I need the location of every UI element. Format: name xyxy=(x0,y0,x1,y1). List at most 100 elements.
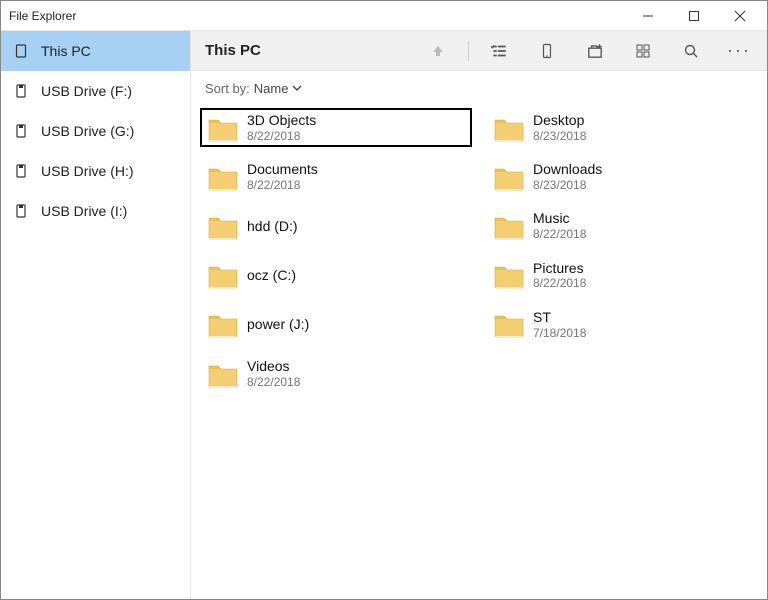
device-icon xyxy=(13,43,29,59)
folder-name: power (J:) xyxy=(247,316,309,333)
folder-name: ST xyxy=(533,309,586,326)
sidebar-item-label: USB Drive (G:) xyxy=(41,123,134,139)
folder-item[interactable]: Desktop8/23/2018 xyxy=(487,109,757,146)
folder-icon xyxy=(493,310,525,338)
folder-item[interactable]: Videos8/22/2018 xyxy=(201,355,471,392)
folder-date: 7/18/2018 xyxy=(533,326,586,340)
folder-date: 8/22/2018 xyxy=(533,227,586,241)
usb-drive-icon xyxy=(13,203,29,219)
folder-text: Desktop8/23/2018 xyxy=(533,112,586,143)
sidebar-item[interactable]: USB Drive (G:) xyxy=(1,111,190,151)
folder-icon xyxy=(207,360,239,388)
folder-name: Videos xyxy=(247,358,300,375)
folder-item[interactable]: power (J:) xyxy=(201,306,471,343)
sidebar-item[interactable]: USB Drive (I:) xyxy=(1,191,190,231)
folder-item[interactable]: Documents8/22/2018 xyxy=(201,158,471,195)
usb-drive-icon xyxy=(13,163,29,179)
sort-row: Sort by: Name xyxy=(191,71,767,105)
folder-date: 8/22/2018 xyxy=(247,375,300,389)
folder-name: Desktop xyxy=(533,112,586,129)
maximize-icon xyxy=(689,11,699,21)
toolbar-separator xyxy=(468,41,469,61)
folder-icon xyxy=(207,163,239,191)
main-panel: This PC ··· Sort by: Name 3D O xyxy=(191,31,767,599)
folder-item[interactable]: hdd (D:) xyxy=(201,207,471,244)
sidebar-item[interactable]: This PC xyxy=(1,31,190,71)
app-body: This PC USB Drive (F:) USB Drive (G:) USB D… xyxy=(1,31,767,599)
folder-name: 3D Objects xyxy=(247,112,316,129)
folder-text: Music8/22/2018 xyxy=(533,210,586,241)
folder-text: ST7/18/2018 xyxy=(533,309,586,340)
folder-item[interactable]: Pictures8/22/2018 xyxy=(487,257,757,294)
folder-grid: 3D Objects8/22/2018Desktop8/23/2018Docum… xyxy=(201,109,757,392)
folder-item[interactable]: Downloads8/23/2018 xyxy=(487,158,757,195)
phone-icon xyxy=(539,43,555,59)
folder-date: 8/23/2018 xyxy=(533,129,586,143)
folder-icon xyxy=(207,212,239,240)
folder-icon xyxy=(207,114,239,142)
folder-item[interactable]: Music8/22/2018 xyxy=(487,207,757,244)
minimize-icon xyxy=(643,11,653,21)
sidebar-item-label: USB Drive (I:) xyxy=(41,203,127,219)
folder-date: 8/23/2018 xyxy=(533,178,602,192)
grid-view-icon xyxy=(635,43,651,59)
more-button[interactable]: ··· xyxy=(717,31,761,71)
usb-drive-icon xyxy=(13,83,29,99)
list-view-button[interactable] xyxy=(477,31,521,71)
folder-icon xyxy=(493,114,525,142)
content-area: 3D Objects8/22/2018Desktop8/23/2018Docum… xyxy=(191,105,767,599)
folder-name: Pictures xyxy=(533,260,586,277)
folder-date: 8/22/2018 xyxy=(247,178,318,192)
sort-field-button[interactable]: Name xyxy=(254,81,303,96)
window-title: File Explorer xyxy=(9,9,76,23)
search-button[interactable] xyxy=(669,31,713,71)
chevron-down-icon xyxy=(292,83,302,93)
sidebar-item[interactable]: USB Drive (F:) xyxy=(1,71,190,111)
folder-item[interactable]: ST7/18/2018 xyxy=(487,306,757,343)
up-button[interactable] xyxy=(416,31,460,71)
sidebar: This PC USB Drive (F:) USB Drive (G:) USB D… xyxy=(1,31,191,599)
folder-item[interactable]: 3D Objects8/22/2018 xyxy=(201,109,471,146)
arrow-up-icon xyxy=(430,43,446,59)
close-button[interactable] xyxy=(717,1,763,31)
folder-text: hdd (D:) xyxy=(247,218,298,235)
grid-view-button[interactable] xyxy=(621,31,665,71)
folder-icon xyxy=(207,261,239,289)
toolbar: This PC ··· xyxy=(191,31,767,71)
folder-date: 8/22/2018 xyxy=(533,276,586,290)
folder-name: Music xyxy=(533,210,586,227)
new-item-icon xyxy=(586,42,604,60)
folder-text: Pictures8/22/2018 xyxy=(533,260,586,291)
folder-text: 3D Objects8/22/2018 xyxy=(247,112,316,143)
phone-button[interactable] xyxy=(525,31,569,71)
search-icon xyxy=(683,43,699,59)
folder-icon xyxy=(493,212,525,240)
more-icon: ··· xyxy=(727,40,751,61)
close-icon xyxy=(735,11,745,21)
folder-item[interactable]: ocz (C:) xyxy=(201,257,471,294)
location-title: This PC xyxy=(205,42,261,59)
sidebar-item-label: USB Drive (H:) xyxy=(41,163,134,179)
folder-name: hdd (D:) xyxy=(247,218,298,235)
folder-text: Documents8/22/2018 xyxy=(247,161,318,192)
folder-text: Videos8/22/2018 xyxy=(247,358,300,389)
folder-name: Downloads xyxy=(533,161,602,178)
folder-text: Downloads8/23/2018 xyxy=(533,161,602,192)
folder-date: 8/22/2018 xyxy=(247,129,316,143)
sort-label: Sort by: xyxy=(205,81,250,96)
sidebar-item[interactable]: USB Drive (H:) xyxy=(1,151,190,191)
maximize-button[interactable] xyxy=(671,1,717,31)
folder-text: ocz (C:) xyxy=(247,267,296,284)
new-item-button[interactable] xyxy=(573,31,617,71)
sort-field-text: Name xyxy=(254,81,289,96)
folder-icon xyxy=(207,310,239,338)
list-view-icon xyxy=(490,42,508,60)
folder-name: Documents xyxy=(247,161,318,178)
folder-name: ocz (C:) xyxy=(247,267,296,284)
titlebar: File Explorer xyxy=(1,1,767,31)
folder-icon xyxy=(493,261,525,289)
folder-text: power (J:) xyxy=(247,316,309,333)
usb-drive-icon xyxy=(13,123,29,139)
sidebar-item-label: USB Drive (F:) xyxy=(41,83,132,99)
minimize-button[interactable] xyxy=(625,1,671,31)
